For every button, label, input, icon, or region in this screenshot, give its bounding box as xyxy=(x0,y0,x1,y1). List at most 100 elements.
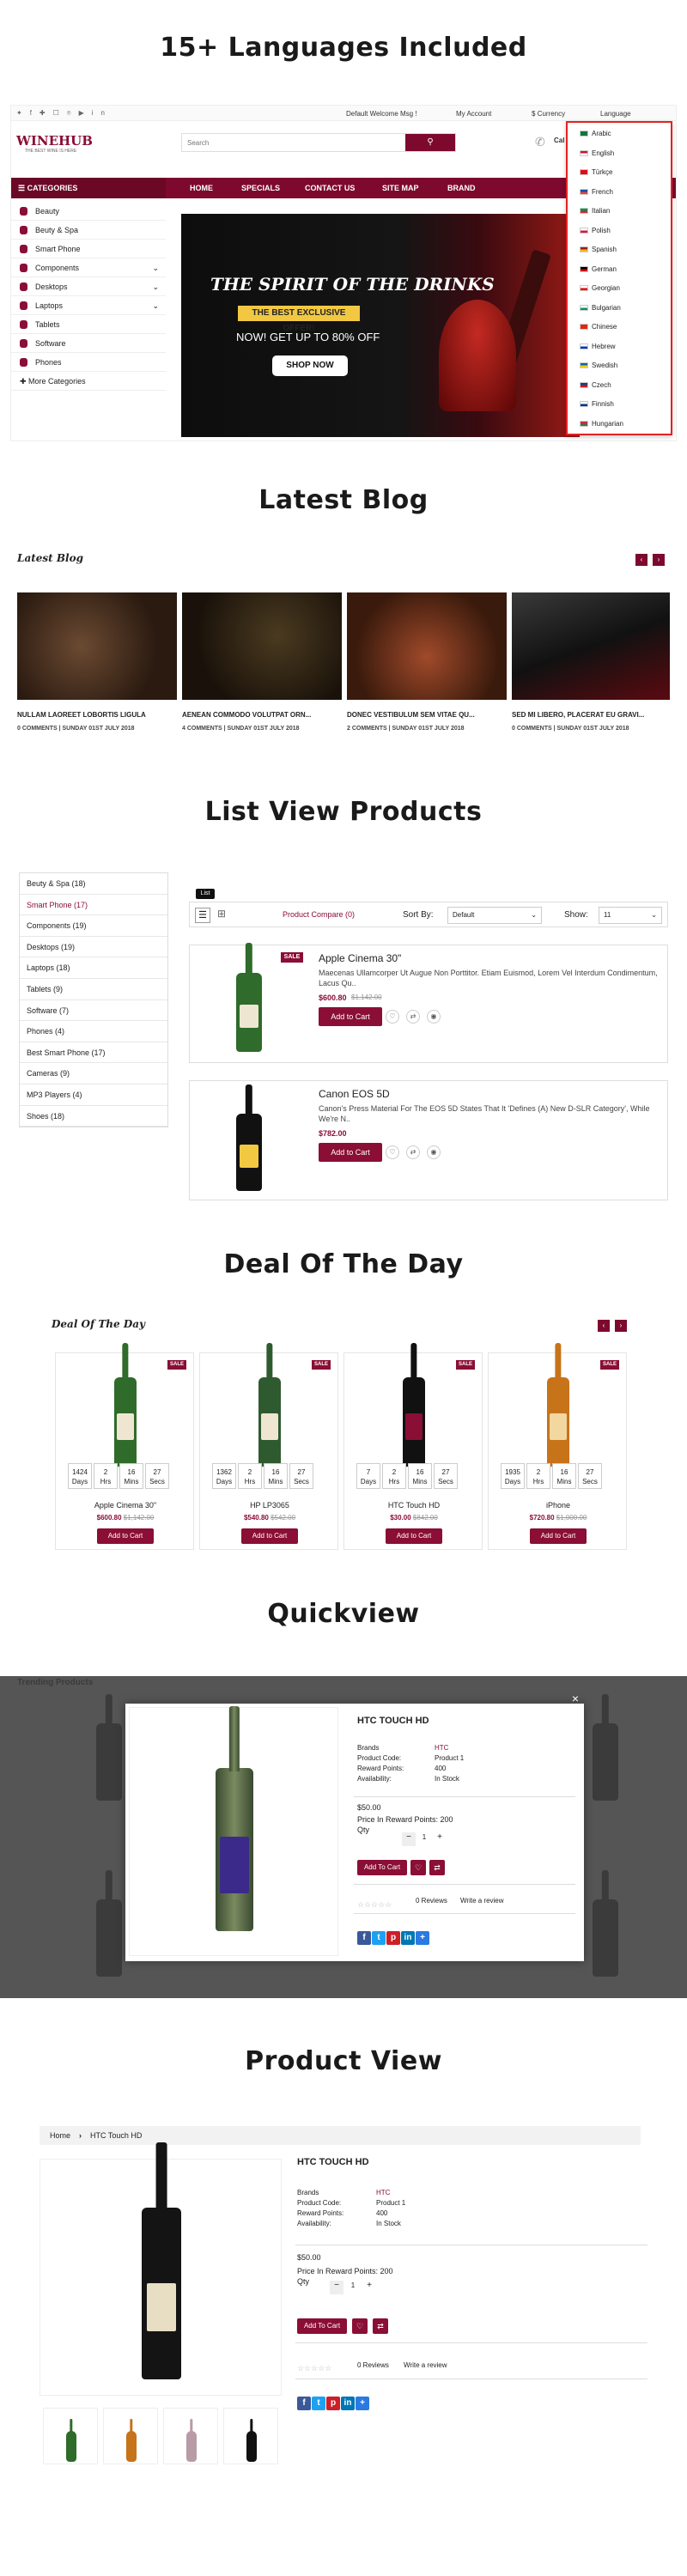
next-arrow-icon[interactable]: › xyxy=(653,554,665,566)
search-input[interactable] xyxy=(184,136,398,149)
search-button[interactable]: ⚲ xyxy=(405,134,455,151)
language-option[interactable]: Georgian xyxy=(568,279,671,299)
language-option[interactable]: Arabic xyxy=(568,125,671,144)
product-name[interactable]: Canon EOS 5D xyxy=(319,1088,390,1100)
blog-image[interactable] xyxy=(17,592,177,700)
product-image[interactable] xyxy=(403,1377,425,1467)
close-icon[interactable]: × xyxy=(572,1692,579,1705)
sidebar-item-software[interactable]: Software xyxy=(11,334,166,353)
language-option[interactable]: Czech xyxy=(568,376,671,396)
eye-icon[interactable]: ◉ xyxy=(427,1145,441,1159)
sidebar-item-beauty[interactable]: Beauty xyxy=(11,202,166,221)
product-image[interactable] xyxy=(547,1377,569,1467)
categories-toggle[interactable]: ☰ CATEGORIES xyxy=(11,178,166,198)
product-compare-link[interactable]: Product Compare (0) xyxy=(283,910,355,919)
account-menu[interactable]: My Account xyxy=(456,110,491,118)
category-filter-item[interactable]: Phones (4) xyxy=(20,1021,167,1042)
language-option[interactable]: Chinese xyxy=(568,318,671,337)
add-to-cart-button[interactable]: Add to Cart xyxy=(319,1007,382,1026)
add-to-cart-button[interactable]: Add To Cart xyxy=(297,2318,347,2334)
category-filter-item[interactable]: Shoes (18) xyxy=(20,1106,167,1127)
category-filter-item[interactable]: Best Smart Phone (17) xyxy=(20,1042,167,1064)
add-to-cart-button[interactable]: Add to Cart xyxy=(241,1528,298,1544)
language-option[interactable]: Bulgarian xyxy=(568,299,671,319)
share-buttons[interactable]: f t p in + xyxy=(297,2394,370,2410)
product-image[interactable] xyxy=(236,973,262,1052)
language-option[interactable]: Finnish xyxy=(568,395,671,415)
prev-arrow-icon[interactable]: ‹ xyxy=(635,554,647,566)
nav-brand[interactable]: BRAND xyxy=(447,184,476,192)
language-option[interactable]: Spanish xyxy=(568,240,671,260)
compare-icon[interactable]: ⇄ xyxy=(406,1010,420,1024)
write-review-link[interactable]: Write a review xyxy=(404,2361,447,2369)
product-image[interactable] xyxy=(236,1114,262,1191)
sidebar-item-desktops[interactable]: Desktops ⌄ xyxy=(11,277,166,296)
sidebar-item-phones[interactable]: Phones xyxy=(11,353,166,372)
blog-title[interactable]: AENEAN COMMODO VOLUTPAT ORN... xyxy=(182,711,342,719)
main-product-image[interactable] xyxy=(40,2159,282,2396)
add-to-cart-button[interactable]: Add to Cart xyxy=(386,1528,442,1544)
language-menu[interactable]: Language xyxy=(600,110,631,118)
reviews-link[interactable]: 0 Reviews xyxy=(357,2361,389,2369)
language-option[interactable]: Hebrew xyxy=(568,337,671,357)
quantity-stepper[interactable]: −1 + xyxy=(402,1832,462,1846)
add-to-cart-button[interactable]: Add to Cart xyxy=(530,1528,587,1544)
sidebar-item-laptops[interactable]: Laptops ⌄ xyxy=(11,296,166,315)
more-categories[interactable]: ✚ More Categories xyxy=(11,372,166,391)
language-option[interactable]: German xyxy=(568,260,671,280)
product-name[interactable]: Apple Cinema 30" xyxy=(319,952,401,964)
blog-image[interactable] xyxy=(347,592,507,700)
category-filter-item[interactable]: Cameras (9) xyxy=(20,1063,167,1084)
logo[interactable]: WINEHUB xyxy=(16,133,93,149)
heart-icon[interactable]: ♡ xyxy=(386,1145,399,1159)
heart-icon[interactable]: ♡ xyxy=(386,1010,399,1024)
add-to-cart-button[interactable]: Add To Cart xyxy=(357,1860,407,1875)
add-to-cart-button[interactable]: Add to Cart xyxy=(97,1528,154,1544)
product-name[interactable]: iPhone xyxy=(489,1501,628,1510)
breadcrumb-home[interactable]: Home xyxy=(50,2131,70,2140)
product-name[interactable]: HP LP3065 xyxy=(200,1501,339,1510)
product-name[interactable]: HTC Touch HD xyxy=(344,1501,483,1510)
product-image[interactable] xyxy=(114,1377,137,1467)
category-filter-item[interactable]: Smart Phone (17) xyxy=(20,895,167,916)
category-filter-item[interactable]: Software (7) xyxy=(20,1000,167,1022)
thumbnail[interactable] xyxy=(163,2408,218,2464)
heart-icon[interactable]: ♡ xyxy=(352,2318,368,2334)
share-buttons[interactable]: f t p in + xyxy=(357,1929,430,1945)
product-image[interactable] xyxy=(258,1377,281,1467)
nav-home[interactable]: HOME xyxy=(190,184,213,192)
write-review-link[interactable]: Write a review xyxy=(460,1897,504,1905)
product-image[interactable] xyxy=(216,1768,253,1931)
blog-title[interactable]: SED MI LIBERO, PLACERAT EU GRAVI... xyxy=(512,711,670,719)
thumbnail[interactable] xyxy=(103,2408,158,2464)
currency-menu[interactable]: $ Currency xyxy=(532,110,565,118)
modal-overlay[interactable]: Trending Products × HTC TOUCH HD Brands H… xyxy=(0,1676,687,1998)
category-filter-item[interactable]: Components (19) xyxy=(20,915,167,937)
category-filter-item[interactable]: Laptops (18) xyxy=(20,957,167,979)
reviews-link[interactable]: 0 Reviews xyxy=(416,1897,447,1905)
language-option[interactable]: Italian xyxy=(568,202,671,222)
language-option[interactable]: French xyxy=(568,183,671,203)
compare-icon[interactable]: ⇄ xyxy=(373,2318,388,2334)
language-option[interactable]: Polish xyxy=(568,222,671,241)
sort-select[interactable]: Default ⌄ xyxy=(447,907,542,924)
heart-icon[interactable]: ♡ xyxy=(410,1860,426,1875)
next-arrow-icon[interactable]: › xyxy=(615,1320,627,1332)
show-select[interactable]: 11 ⌄ xyxy=(599,907,662,924)
language-option[interactable]: English xyxy=(568,144,671,164)
blog-title[interactable]: DONEC VESTIBULUM SEM VITAE QU... xyxy=(347,711,507,719)
quantity-stepper[interactable]: −1 + xyxy=(330,2281,390,2294)
social-icons[interactable]: ✦f✚☐⌾▶in xyxy=(16,109,112,118)
eye-icon[interactable]: ◉ xyxy=(427,1010,441,1024)
language-option[interactable]: Hungarian xyxy=(568,415,671,434)
sidebar-item-spa[interactable]: Beuty & Spa xyxy=(11,221,166,240)
blog-image[interactable] xyxy=(512,592,670,700)
sidebar-item-components[interactable]: Components ⌄ xyxy=(11,258,166,277)
language-option[interactable]: Türkçe xyxy=(568,163,671,183)
prev-arrow-icon[interactable]: ‹ xyxy=(598,1320,610,1332)
language-option[interactable]: Swedish xyxy=(568,356,671,376)
breadcrumb-item[interactable]: HTC Touch HD xyxy=(90,2131,142,2140)
sidebar-item-tablets[interactable]: Tablets xyxy=(11,315,166,334)
compare-icon[interactable]: ⇄ xyxy=(429,1860,445,1875)
category-filter-item[interactable]: Beuty & Spa (18) xyxy=(20,873,167,895)
